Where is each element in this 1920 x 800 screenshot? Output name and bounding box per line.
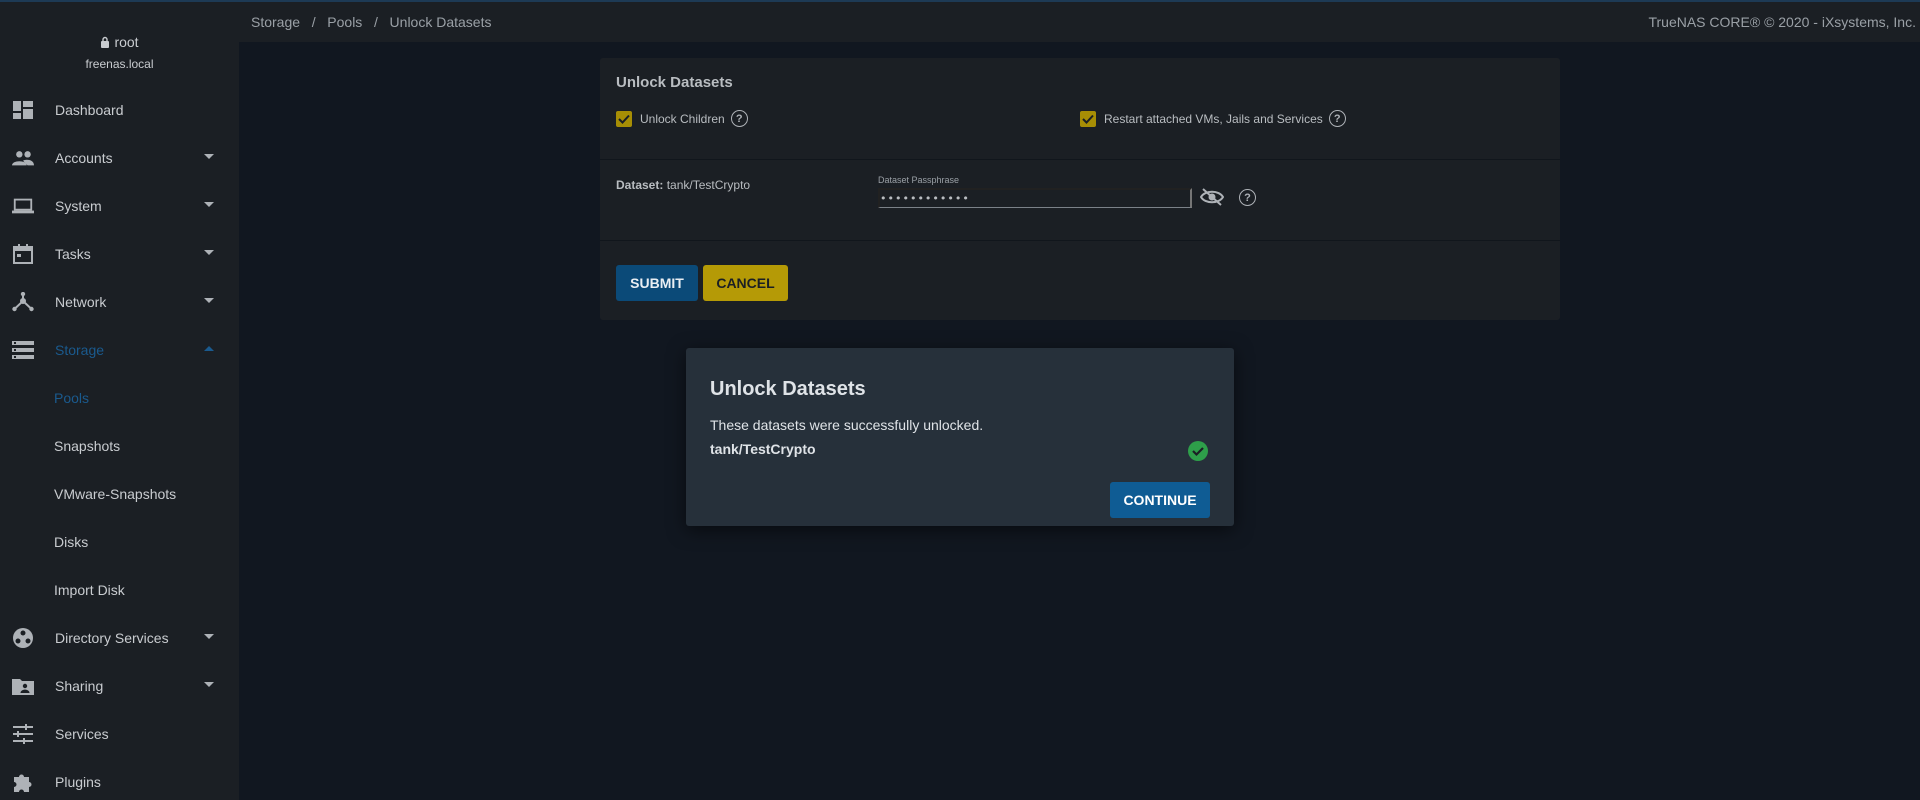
nav-label: Accounts (55, 150, 113, 166)
hostname: freenas.local (85, 57, 154, 71)
copyright: TrueNAS CORE® © 2020 - iXsystems, Inc. (1648, 14, 1916, 30)
lock-icon (100, 35, 110, 51)
dialog-title: Unlock Datasets (710, 378, 866, 400)
nav-label: Tasks (55, 246, 91, 262)
username: root (114, 34, 139, 50)
check-circle-icon (1187, 440, 1209, 462)
nav-label: Services (55, 726, 109, 742)
unlock-children-label: Unlock Children (640, 111, 725, 126)
cancel-button[interactable]: CANCEL (703, 265, 788, 301)
nav-accounts[interactable]: Accounts (0, 138, 239, 178)
breadcrumb-pools[interactable]: Pools (327, 14, 362, 30)
chevron-down-icon (204, 250, 214, 255)
nav-label: Dashboard (55, 102, 124, 118)
help-icon[interactable]: ? (1239, 189, 1256, 206)
dashboard-icon (12, 100, 34, 120)
unlock-children-row: Unlock Children ? (616, 110, 748, 127)
nav-system[interactable]: System (0, 186, 239, 226)
submit-button[interactable]: SUBMIT (616, 265, 698, 301)
restart-services-label: Restart attached VMs, Jails and Services (1104, 111, 1323, 126)
chevron-up-icon (204, 346, 214, 351)
puzzle-icon (12, 772, 34, 792)
nav-directory-services[interactable]: Directory Services (0, 618, 239, 658)
network-icon (12, 292, 34, 312)
people-icon (12, 148, 34, 168)
calendar-icon (12, 244, 34, 264)
help-icon[interactable]: ? (1328, 110, 1346, 127)
nav-label: System (55, 198, 102, 214)
dataset-label: Dataset: tank/TestCrypto (616, 178, 750, 192)
dataset-value: tank/TestCrypto (666, 178, 751, 192)
restart-services-checkbox[interactable] (1080, 110, 1096, 127)
breadcrumb-current: Unlock Datasets (389, 14, 492, 30)
dialog-message: These datasets were successfully unlocke… (710, 417, 984, 433)
user-box: root freenas.local (0, 2, 239, 74)
nav-sub-label: VMware-Snapshots (54, 486, 177, 502)
nav-sub-import-disk[interactable]: Import Disk (0, 570, 239, 610)
nav-sub-snapshots[interactable]: Snapshots (0, 426, 239, 466)
nav-sub-disks[interactable]: Disks (0, 522, 239, 562)
user-line: root (0, 34, 239, 51)
nav-sub-label: Disks (54, 534, 89, 550)
passphrase-input[interactable] (878, 188, 1192, 208)
nav-network[interactable]: Network (0, 282, 239, 322)
sidebar: root freenas.local Dashboard Accounts Sy… (0, 2, 239, 800)
divider (600, 159, 1560, 160)
nav-label: Plugins (55, 774, 101, 790)
chevron-down-icon (204, 682, 214, 687)
dialog-dataset: tank/TestCrypto (710, 441, 816, 457)
nav-sub-label: Import Disk (54, 582, 125, 598)
top-bar: Storage / Pools / Unlock Datasets TrueNA… (239, 2, 1920, 42)
dataset-label-key: Dataset: (616, 178, 664, 192)
chevron-down-icon (204, 634, 214, 639)
chevron-down-icon (204, 298, 214, 303)
laptop-icon (12, 196, 34, 216)
chevron-down-icon (204, 154, 214, 159)
nav-sharing[interactable]: Sharing (0, 666, 239, 706)
unlock-form-card: Unlock Datasets Unlock Children ? Restar… (600, 58, 1560, 320)
nav-label: Storage (55, 342, 105, 358)
divider (600, 240, 1560, 241)
unlock-success-dialog: Unlock Datasets These datasets were succ… (686, 348, 1234, 526)
nav-plugins[interactable]: Plugins (0, 762, 239, 800)
nav-storage[interactable]: Storage (0, 330, 239, 370)
nav-sub-label: Pools (54, 390, 90, 406)
directory-icon (12, 628, 34, 648)
check-icon (1082, 114, 1094, 124)
continue-button[interactable]: CONTINUE (1110, 482, 1210, 518)
nav-label: Sharing (55, 678, 104, 694)
nav-sub-vmware-snapshots[interactable]: VMware-Snapshots (0, 474, 239, 514)
passphrase-label: Dataset Passphrase (878, 175, 960, 185)
nav-label: Directory Services (55, 630, 169, 646)
tune-icon (12, 724, 34, 744)
breadcrumb: Storage / Pools / Unlock Datasets (251, 14, 492, 30)
card-title: Unlock Datasets (616, 74, 733, 91)
breadcrumb-storage[interactable]: Storage (251, 14, 300, 30)
nav-services[interactable]: Services (0, 714, 239, 754)
chevron-down-icon (204, 202, 214, 207)
restart-services-row: Restart attached VMs, Jails and Services… (1080, 110, 1346, 127)
nav-sub-pools[interactable]: Pools (0, 378, 239, 418)
nav-dashboard[interactable]: Dashboard (0, 90, 239, 130)
nav-label: Network (55, 294, 107, 310)
visibility-off-icon[interactable] (1199, 187, 1225, 207)
nav-tasks[interactable]: Tasks (0, 234, 239, 274)
nav-sub-label: Snapshots (54, 438, 121, 454)
folder-share-icon (12, 676, 34, 696)
check-icon (618, 114, 630, 124)
help-icon[interactable]: ? (730, 110, 748, 127)
unlock-children-checkbox[interactable] (616, 110, 632, 127)
storage-icon (12, 340, 34, 360)
